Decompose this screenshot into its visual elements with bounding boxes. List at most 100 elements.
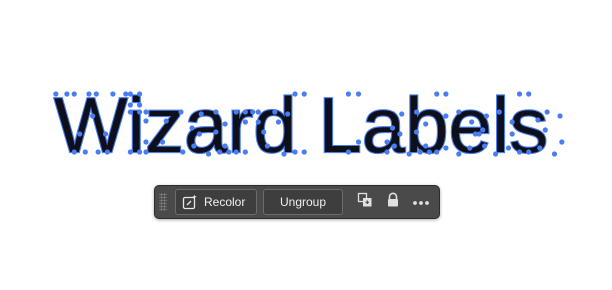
anchor-point[interactable]	[509, 131, 515, 137]
anchor-point[interactable]	[136, 149, 143, 155]
anchor-point[interactable]	[136, 102, 143, 108]
anchor-point[interactable]	[345, 149, 351, 155]
anchor-point[interactable]	[469, 119, 475, 125]
anchor-point[interactable]	[90, 113, 96, 119]
anchor-point[interactable]	[434, 149, 440, 155]
anchor-point[interactable]	[496, 109, 502, 115]
anchor-point[interactable]	[456, 151, 462, 157]
anchor-point[interactable]	[537, 145, 543, 151]
anchor-point[interactable]	[559, 139, 565, 145]
anchor-point[interactable]	[77, 131, 83, 137]
anchor-point[interactable]	[456, 109, 462, 115]
ungroup-button[interactable]: Ungroup	[263, 189, 343, 215]
anchor-point[interactable]	[205, 151, 212, 157]
anchor-point[interactable]	[493, 151, 499, 157]
anchor-point[interactable]	[143, 139, 149, 145]
anchor-point[interactable]	[127, 149, 133, 155]
anchor-point[interactable]	[292, 149, 298, 155]
anchor-point[interactable]	[551, 151, 558, 157]
anchor-point[interactable]	[467, 145, 473, 151]
anchor-point[interactable]	[434, 91, 440, 97]
anchor-point[interactable]	[213, 109, 219, 115]
anchor-point[interactable]	[104, 149, 110, 155]
anchor-point[interactable]	[483, 113, 489, 119]
anchor-point[interactable]	[226, 149, 232, 155]
anchor-point[interactable]	[222, 121, 228, 127]
lock-button[interactable]	[381, 189, 405, 215]
anchor-point[interactable]	[275, 119, 282, 125]
anchor-point[interactable]	[71, 91, 77, 97]
anchor-point[interactable]	[413, 129, 420, 135]
anchor-point[interactable]	[64, 91, 70, 97]
anchor-point[interactable]	[389, 125, 396, 131]
anchor-point[interactable]	[443, 91, 449, 97]
anchor-point[interactable]	[345, 91, 351, 97]
anchor-point[interactable]	[399, 111, 405, 117]
anchor-point[interactable]	[136, 109, 143, 115]
anchor-point[interactable]	[159, 139, 166, 145]
anchor-point[interactable]	[480, 127, 486, 133]
anchor-point[interactable]	[123, 91, 129, 97]
anchor-point[interactable]	[397, 131, 403, 137]
anchor-point[interactable]	[255, 109, 261, 115]
artboard-canvas[interactable]: Wizard Labels Recolor Ungroup	[0, 0, 612, 290]
anchor-point[interactable]	[233, 109, 239, 115]
anchor-point[interactable]	[281, 151, 287, 157]
anchor-point[interactable]	[198, 111, 204, 117]
anchor-point[interactable]	[127, 109, 133, 115]
anchor-point[interactable]	[301, 91, 307, 97]
anchor-point[interactable]	[95, 149, 101, 155]
anchor-point[interactable]	[285, 111, 291, 117]
anchor-point[interactable]	[505, 145, 512, 151]
anchor-point[interactable]	[384, 149, 390, 155]
anchor-point[interactable]	[443, 145, 449, 151]
anchor-point[interactable]	[542, 127, 548, 133]
anchor-point[interactable]	[242, 119, 248, 125]
anchor-point[interactable]	[355, 139, 362, 145]
anchor-point[interactable]	[143, 149, 149, 155]
anchor-point[interactable]	[233, 149, 239, 155]
anchor-point[interactable]	[102, 131, 109, 137]
anchor-point[interactable]	[526, 91, 532, 97]
anchor-point[interactable]	[264, 143, 271, 149]
anchor-point[interactable]	[136, 91, 143, 97]
anchor-point[interactable]	[82, 149, 88, 155]
anchor-point[interactable]	[71, 149, 77, 155]
anchor-point[interactable]	[143, 109, 149, 115]
anchor-point[interactable]	[242, 109, 248, 115]
anchor-point[interactable]	[509, 119, 515, 125]
anchor-point[interactable]	[406, 151, 412, 157]
recolor-button[interactable]: Recolor	[175, 189, 257, 215]
anchor-point[interactable]	[242, 149, 248, 155]
anchor-point[interactable]	[127, 102, 133, 108]
anchor-point[interactable]	[143, 118, 149, 124]
anchor-point[interactable]	[53, 91, 59, 97]
arrange-button[interactable]	[353, 189, 377, 215]
anchor-point[interactable]	[191, 143, 197, 149]
anchor-point[interactable]	[127, 91, 133, 97]
anchor-point[interactable]	[110, 91, 116, 97]
anchor-point[interactable]	[516, 91, 523, 97]
grip-handle-icon[interactable]	[159, 193, 167, 211]
anchor-point[interactable]	[222, 143, 228, 149]
anchor-point[interactable]	[526, 149, 532, 155]
anchor-point[interactable]	[384, 139, 390, 145]
anchor-point[interactable]	[355, 91, 362, 97]
anchor-point[interactable]	[476, 131, 482, 137]
anchor-point[interactable]	[261, 129, 267, 135]
anchor-point[interactable]	[196, 131, 202, 137]
anchor-point[interactable]	[426, 149, 432, 155]
more-options-button[interactable]	[409, 189, 433, 215]
anchor-point[interactable]	[557, 113, 563, 119]
anchor-point[interactable]	[535, 117, 541, 123]
anchor-point[interactable]	[423, 121, 429, 127]
anchor-point[interactable]	[423, 143, 429, 149]
anchor-point[interactable]	[391, 143, 397, 149]
anchor-point[interactable]	[301, 149, 307, 155]
anchor-point[interactable]	[163, 118, 169, 124]
anchor-point[interactable]	[443, 113, 449, 119]
selected-text-outlines[interactable]: Wizard Labels	[53, 76, 565, 176]
anchor-point[interactable]	[189, 125, 195, 131]
anchor-point[interactable]	[417, 149, 423, 155]
anchor-point[interactable]	[255, 119, 261, 125]
